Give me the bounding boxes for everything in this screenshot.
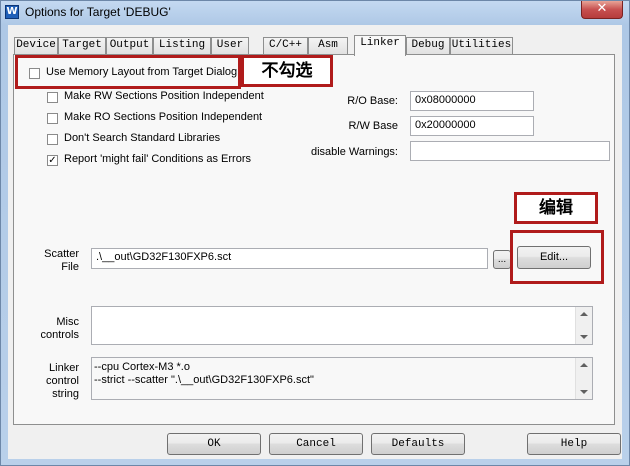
help-button[interactable]: Help bbox=[527, 433, 621, 455]
annotation-highlight-edit-button bbox=[510, 230, 604, 284]
ok-button[interactable]: OK bbox=[167, 433, 261, 455]
annotation-edit-note: 编辑 bbox=[514, 192, 598, 224]
dont-search-libraries-label: Don't Search Standard Libraries bbox=[64, 132, 221, 144]
tab-listing[interactable]: Listing bbox=[153, 37, 211, 54]
rw-base-input[interactable]: 0x20000000 bbox=[410, 116, 534, 136]
tab-device[interactable]: Device bbox=[14, 37, 58, 54]
report-might-fail-checkbox[interactable]: ✓ bbox=[47, 155, 58, 166]
rw-position-independent-label: Make RW Sections Position Independent bbox=[64, 90, 264, 102]
scatter-browse-button[interactable]: ... bbox=[493, 250, 511, 269]
annotation-uncheck-note: 不勾选 bbox=[241, 55, 333, 87]
disable-warnings-label: disable Warnings: bbox=[310, 146, 398, 158]
rw-position-independent-checkbox[interactable] bbox=[47, 92, 58, 103]
misc-controls-textarea[interactable] bbox=[91, 306, 593, 345]
tab-asm[interactable]: Asm bbox=[308, 37, 348, 54]
cancel-button[interactable]: Cancel bbox=[269, 433, 363, 455]
tab-user[interactable]: User bbox=[211, 37, 249, 54]
window-title: Options for Target 'DEBUG' bbox=[25, 5, 171, 19]
misc-label-line1: Misc bbox=[56, 316, 79, 328]
scroll-up-arrow-icon[interactable] bbox=[580, 312, 588, 316]
linker-control-line1: --cpu Cortex-M3 *.o bbox=[94, 361, 190, 373]
linker-control-scrollbar[interactable] bbox=[575, 358, 592, 399]
linker-control-label-line3: string bbox=[52, 388, 79, 400]
report-might-fail-label: Report 'might fail' Conditions as Errors bbox=[64, 153, 251, 165]
defaults-button[interactable]: Defaults bbox=[371, 433, 465, 455]
annotation-highlight-use-memory-layout bbox=[15, 55, 241, 89]
misc-controls-scrollbar[interactable] bbox=[575, 307, 592, 344]
close-button[interactable]: ✕ bbox=[581, 1, 623, 19]
scatter-label-line2: File bbox=[61, 261, 79, 273]
linker-control-string-textarea[interactable]: --cpu Cortex-M3 *.o --strict --scatter "… bbox=[91, 357, 593, 400]
misc-label-line2: controls bbox=[40, 329, 79, 341]
keil-app-icon: W bbox=[5, 5, 19, 19]
tab-output[interactable]: Output bbox=[106, 37, 153, 54]
linker-control-line2: --strict --scatter ".\__out\GD32F130FXP6… bbox=[94, 374, 314, 386]
tab-linker[interactable]: Linker bbox=[354, 35, 406, 56]
linker-control-label-line2: control bbox=[45, 375, 79, 387]
ro-position-independent-checkbox[interactable] bbox=[47, 113, 58, 124]
disable-warnings-input[interactable] bbox=[410, 141, 610, 161]
dialog-window: W Options for Target 'DEBUG' ✕ Device Ta… bbox=[0, 0, 630, 466]
ro-base-label: R/O Base: bbox=[347, 95, 398, 107]
tab-target[interactable]: Target bbox=[58, 37, 106, 54]
tab-c-cpp[interactable]: C/C++ bbox=[263, 37, 308, 54]
scatter-label-line1: Scatter bbox=[44, 248, 79, 260]
rw-base-label: R/W Base bbox=[348, 120, 398, 132]
scroll-down-arrow-icon[interactable] bbox=[580, 390, 588, 394]
ro-position-independent-label: Make RO Sections Position Independent bbox=[64, 111, 263, 123]
title-bar[interactable]: W Options for Target 'DEBUG' ✕ bbox=[1, 1, 629, 25]
ro-base-input[interactable]: 0x08000000 bbox=[410, 91, 534, 111]
linker-control-label-line1: Linker bbox=[49, 362, 79, 374]
tab-utilities[interactable]: Utilities bbox=[450, 37, 513, 54]
tab-strip: Device Target Output Listing User C/C++ … bbox=[14, 35, 614, 56]
tab-debug[interactable]: Debug bbox=[406, 37, 450, 54]
scroll-up-arrow-icon[interactable] bbox=[580, 363, 588, 367]
scroll-down-arrow-icon[interactable] bbox=[580, 335, 588, 339]
dont-search-libraries-checkbox[interactable] bbox=[47, 134, 58, 145]
scatter-file-input[interactable]: .\__out\GD32F130FXP6.sct bbox=[91, 248, 488, 269]
